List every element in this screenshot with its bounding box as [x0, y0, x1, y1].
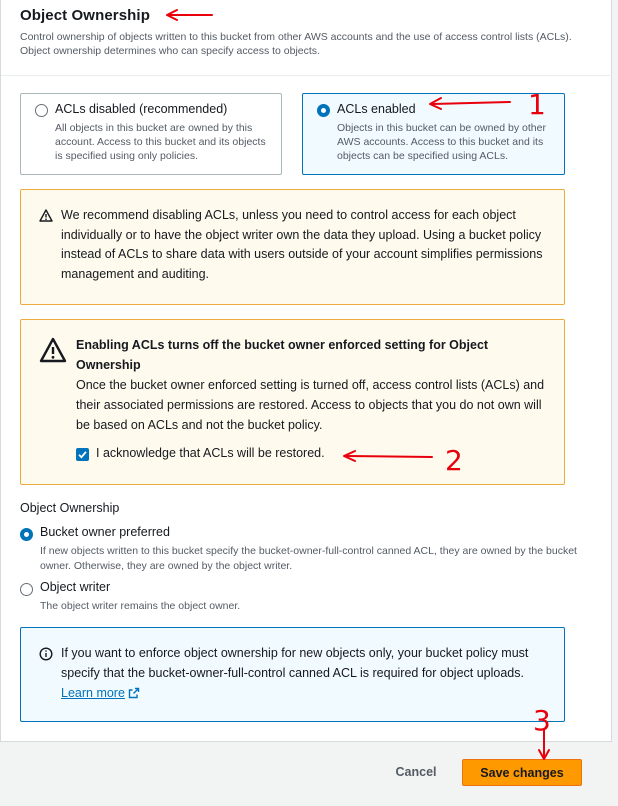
- annotation-arrowhead-3: [538, 749, 550, 760]
- external-link-icon: [128, 687, 140, 699]
- acls-enabled-label: ACLs enabled: [337, 102, 416, 116]
- warning-icon: [39, 209, 53, 222]
- section-description: Control ownership of objects written to …: [20, 31, 572, 57]
- save-changes-button[interactable]: Save changes: [462, 759, 582, 786]
- acl-warning-body: Once the bucket owner enforced setting i…: [76, 378, 545, 432]
- info-icon: [39, 647, 53, 661]
- object-ownership-panel: Object Ownership Control ownership of ob…: [0, 0, 613, 742]
- acl-warning-heading: Enabling ACLs turns off the bucket owner…: [76, 338, 489, 372]
- learn-more-link[interactable]: Learn more: [61, 686, 140, 700]
- learn-more-label: Learn more: [61, 686, 125, 700]
- object-writer-radio[interactable]: [20, 583, 33, 596]
- policy-info-text: If you want to enforce object ownership …: [61, 643, 551, 703]
- warning-icon: [39, 337, 67, 363]
- object-writer-label: Object writer: [40, 580, 111, 594]
- acls-disabled-radio[interactable]: [35, 104, 48, 117]
- ownership-field-label: Object Ownership: [20, 501, 120, 515]
- acls-disabled-tile[interactable]: ACLs disabled (recommended) All objects …: [20, 93, 282, 175]
- acl-warning-alert: Enabling ACLs turns off the bucket owner…: [20, 319, 565, 485]
- section-title: Object Ownership: [20, 7, 150, 24]
- policy-info-alert: If you want to enforce object ownership …: [20, 627, 565, 722]
- section-header: Object Ownership Control ownership of ob…: [1, 0, 613, 76]
- checkmark-icon: [78, 451, 87, 459]
- acls-enabled-tile[interactable]: ACLs enabled Objects in this bucket can …: [302, 93, 565, 175]
- acls-disabled-label: ACLs disabled (recommended): [55, 102, 228, 116]
- recommend-alert: We recommend disabling ACLs, unless you …: [20, 189, 565, 305]
- acls-enabled-radio[interactable]: [317, 104, 330, 117]
- bucket-owner-preferred-label: Bucket owner preferred: [40, 525, 170, 539]
- object-writer-description: The object writer remains the object own…: [40, 600, 241, 612]
- bucket-owner-preferred-radio[interactable]: [20, 528, 33, 541]
- cancel-button[interactable]: Cancel: [388, 759, 444, 785]
- acls-enabled-description: Objects in this bucket can be owned by o…: [337, 122, 546, 162]
- acls-disabled-description: All objects in this bucket are owned by …: [55, 122, 266, 162]
- acknowledge-label[interactable]: I acknowledge that ACLs will be restored…: [96, 446, 325, 460]
- acknowledge-checkbox[interactable]: [76, 448, 89, 461]
- recommend-alert-text: We recommend disabling ACLs, unless you …: [61, 208, 543, 282]
- policy-info-message: If you want to enforce object ownership …: [61, 646, 529, 680]
- bucket-owner-preferred-description: If new objects written to this bucket sp…: [40, 545, 577, 572]
